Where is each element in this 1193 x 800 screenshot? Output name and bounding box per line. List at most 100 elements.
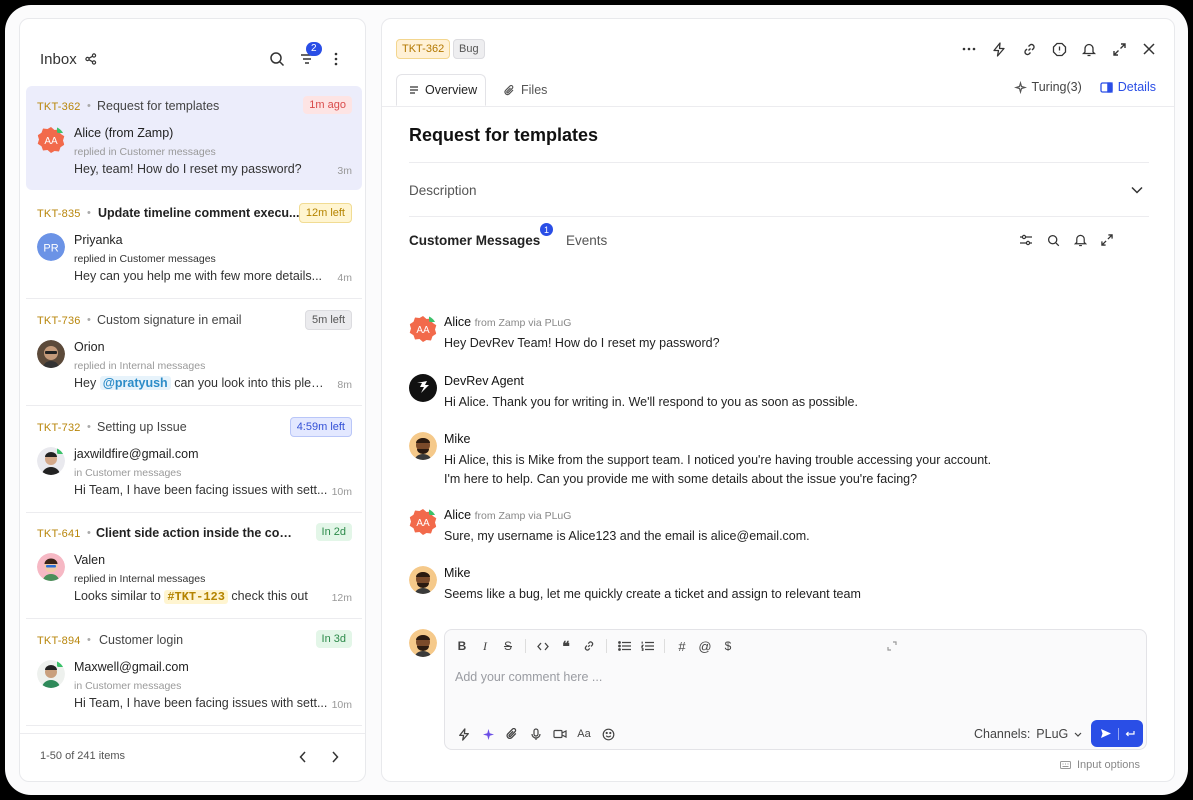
close-icon[interactable] <box>1138 38 1160 60</box>
italic-icon[interactable]: I <box>474 635 496 657</box>
ticket-card[interactable]: TKT-732 • Setting up Issue 4:59m left jaxwil… <box>26 407 362 513</box>
message-source: from Zamp via PLuG <box>474 510 572 522</box>
alert-octagon-icon[interactable] <box>1048 38 1070 60</box>
chevron-down-icon[interactable] <box>1126 179 1148 201</box>
message-body: Sure, my username is Alice123 and the em… <box>444 529 810 543</box>
turing-tab[interactable]: Turing(3) <box>1013 80 1082 94</box>
contact-name: Orion <box>74 340 105 354</box>
sla-badge: 4:59m left <box>289 417 352 437</box>
ticket-subject[interactable]: Request for templates <box>409 125 598 146</box>
avatar-devrev <box>409 374 437 402</box>
quote-icon[interactable]: ❝ <box>555 635 577 657</box>
share-icon[interactable] <box>80 48 102 70</box>
avatar-mike <box>409 432 437 460</box>
input-options-label: Input options <box>1077 759 1140 771</box>
link-icon[interactable] <box>578 635 600 657</box>
reply-context: replied in Internal messages <box>74 360 206 372</box>
separator-dot: • <box>87 100 91 112</box>
message-author-line: Alice from Zamp via PLuG <box>444 508 571 522</box>
code-icon[interactable] <box>532 635 554 657</box>
message-preview: Hey can you help me with few more detail… <box>74 269 330 283</box>
ticket-id-tag[interactable]: TKT-362 <box>396 39 451 59</box>
details-tab[interactable]: Details <box>1100 80 1156 94</box>
bold-icon[interactable]: B <box>451 635 473 657</box>
ticket-card[interactable]: TKT-835 • Update timeline comment execu...… <box>26 193 362 299</box>
bell-icon[interactable] <box>1078 38 1100 60</box>
message-text: check this out <box>231 589 308 603</box>
reply-context: replied in Customer messages <box>74 253 216 265</box>
lightning-icon[interactable] <box>988 38 1010 60</box>
ai-sparkle-icon[interactable] <box>477 723 499 745</box>
reply-context: replied in Customer messages <box>74 146 216 158</box>
strikethrough-icon[interactable]: S <box>497 635 519 657</box>
avatar-alice: AA <box>37 126 65 154</box>
divider <box>382 106 1174 107</box>
ticket-reference-chip[interactable]: #TKT-123 <box>164 590 228 604</box>
sliders-icon[interactable] <box>1015 229 1037 251</box>
tab-customer-messages[interactable]: Customer Messages <box>409 233 540 248</box>
chevron-left-icon[interactable] <box>292 746 314 768</box>
more-horizontal-icon[interactable] <box>958 38 980 60</box>
avatar-priyanka: PR <box>37 233 65 261</box>
divider <box>1117 727 1119 740</box>
timestamp: 10m <box>331 699 352 711</box>
svg-text:PR: PR <box>43 243 58 255</box>
bell-icon[interactable] <box>1069 229 1091 251</box>
expand-icon[interactable] <box>1108 38 1130 60</box>
expand-icon[interactable] <box>1096 229 1118 251</box>
numbered-list-icon[interactable] <box>636 635 658 657</box>
channel-selector[interactable]: Channels: PLuG <box>974 727 1082 741</box>
tab-overview[interactable]: Overview <box>396 74 486 106</box>
link-icon[interactable] <box>1018 38 1040 60</box>
input-options[interactable]: Input options <box>1060 759 1140 771</box>
video-icon[interactable] <box>549 723 571 745</box>
ticket-card[interactable]: TKT-736 • Custom signature in email 5m left… <box>26 300 362 406</box>
avatar-jaxwildfire <box>37 447 65 475</box>
message-body: Hi Alice. Thank you for writing in. We'l… <box>444 395 858 409</box>
ticket-card[interactable]: TKT-362 • Request for templates 1m ago AA Ali… <box>26 86 362 190</box>
reply-context: in Customer messages <box>74 680 182 692</box>
search-icon[interactable] <box>1042 229 1064 251</box>
attachment-icon[interactable] <box>501 723 523 745</box>
send-button[interactable] <box>1091 720 1143 747</box>
ticket-type-tag[interactable]: Bug <box>453 39 485 59</box>
inbox-title: Inbox <box>40 51 77 68</box>
dollar-icon[interactable]: $ <box>717 635 739 657</box>
message-text: Hey can you help me with few more detail… <box>74 269 323 283</box>
mention-icon[interactable]: @ <box>694 635 716 657</box>
emoji-icon[interactable] <box>597 723 619 745</box>
bullet-list-icon[interactable] <box>613 635 635 657</box>
hashtag-icon[interactable]: # <box>671 635 693 657</box>
avatar-alice: AA <box>409 315 437 343</box>
sla-badge: In 2d <box>315 523 352 541</box>
paperclip-icon <box>504 84 515 96</box>
ticket-card[interactable]: TKT-641 • Client side action inside the co… <box>26 513 362 619</box>
lightning-icon[interactable] <box>453 723 475 745</box>
separator-dot: • <box>87 634 91 646</box>
sla-badge: In 3d <box>315 630 352 648</box>
tab-files[interactable]: Files <box>492 74 559 106</box>
message-body: Hi Alice, this is Mike from the support … <box>444 453 992 486</box>
description-label[interactable]: Description <box>409 183 477 198</box>
separator-dot: • <box>87 314 91 326</box>
tab-events[interactable]: Events <box>566 233 607 248</box>
message-author-line: Mike <box>444 566 470 580</box>
expand-composer-icon[interactable] <box>881 635 903 657</box>
svg-text:AA: AA <box>44 136 58 147</box>
mention-chip[interactable]: @pratyush <box>99 376 171 390</box>
comment-input[interactable] <box>455 670 1015 684</box>
text-format-icon[interactable]: Aa <box>573 723 595 745</box>
avatar-orion <box>37 340 65 368</box>
details-label: Details <box>1117 80 1156 94</box>
svg-text:AA: AA <box>416 518 430 529</box>
microphone-icon[interactable] <box>525 723 547 745</box>
sla-badge: 1m ago <box>303 96 352 114</box>
ticket-card[interactable]: TKT-894 • Customer login In 3d Maxwell@gmail… <box>26 620 362 726</box>
divider <box>525 639 526 653</box>
chevron-right-icon[interactable] <box>324 746 346 768</box>
more-vertical-icon[interactable] <box>325 48 347 70</box>
sidebar-icon <box>1100 81 1113 93</box>
message-source: from Zamp via PLuG <box>474 317 572 329</box>
search-icon[interactable] <box>266 48 288 70</box>
timestamp: 3m <box>337 165 352 177</box>
